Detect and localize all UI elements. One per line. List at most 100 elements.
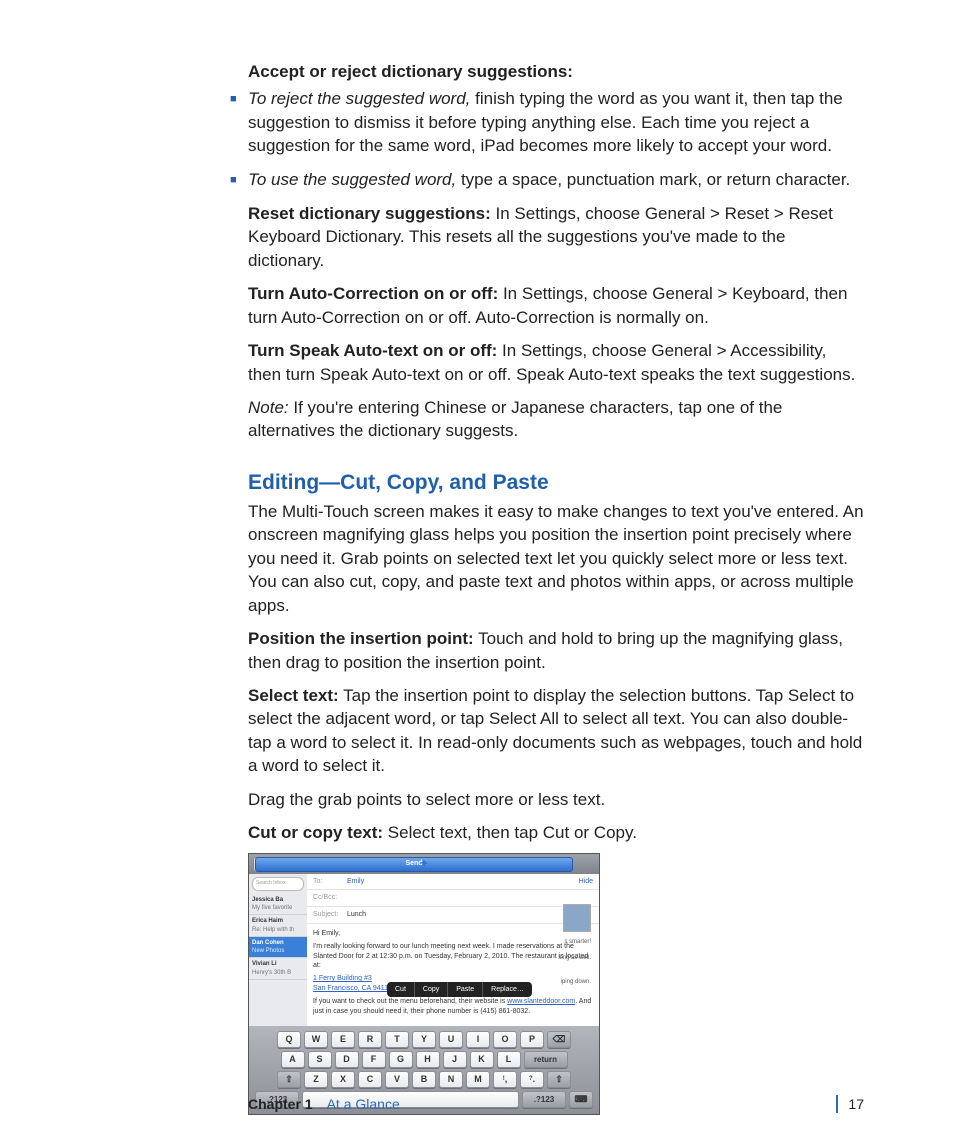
run-bold: Turn Speak Auto-text on or off: xyxy=(248,341,497,360)
keyboard-key[interactable]: O xyxy=(493,1031,517,1048)
copy-button[interactable]: Copy xyxy=(415,982,448,997)
keyboard-key[interactable]: return xyxy=(524,1051,568,1068)
keyboard-key[interactable]: M xyxy=(466,1071,490,1088)
chapter-label: Chapter 1 xyxy=(248,1096,313,1112)
note-label: Note: xyxy=(248,398,289,417)
bullet-rest: type a space, punctuation mark, or retur… xyxy=(456,170,850,189)
greeting: Hi Emily, xyxy=(313,929,593,938)
keyboard-key[interactable]: D xyxy=(335,1051,359,1068)
keyboard-key[interactable]: E xyxy=(331,1031,355,1048)
bullet-lead: To reject the suggested word, xyxy=(248,89,470,108)
to-value: Emily xyxy=(347,877,364,887)
keyboard-key[interactable]: V xyxy=(385,1071,409,1088)
para-edit-intro: The Multi-Touch screen makes it easy to … xyxy=(248,500,864,617)
avatar xyxy=(563,904,591,932)
peek-text: king as well. xyxy=(558,954,591,962)
subject-label: Subject: xyxy=(313,910,347,920)
keyboard-key[interactable]: A xyxy=(281,1051,305,1068)
page-footer: Chapter 1 At a Glance 17 xyxy=(248,1095,864,1113)
body-content: Accept or reject dictionary suggestions:… xyxy=(248,60,864,1115)
to-label: To: xyxy=(313,877,347,887)
peek-text: iping down. xyxy=(561,978,591,986)
add-recipient-icon[interactable]: + xyxy=(255,857,593,870)
cut-button[interactable]: Cut xyxy=(387,982,415,997)
address-line2[interactable]: San Francisco, CA 94111 xyxy=(313,985,391,992)
keyboard-key[interactable]: L xyxy=(497,1051,521,1068)
compose-pane: To: Emily Hide Cc/Bcc: Subject: Lunch Hi… xyxy=(307,874,599,1026)
edit-menu: Cut Copy Paste Replace… xyxy=(387,982,532,997)
subject-row[interactable]: Subject: Lunch xyxy=(307,907,599,924)
document-page: Accept or reject dictionary suggestions:… xyxy=(0,0,954,1145)
list-item[interactable]: Jessica BaMy five favorite xyxy=(249,894,307,916)
keyboard-key[interactable]: X xyxy=(331,1071,355,1088)
list-item[interactable]: Vivian LiHenry's 30th B xyxy=(249,958,307,980)
run-bold: Select text: xyxy=(248,686,339,705)
keyboard-key[interactable]: P xyxy=(520,1031,544,1048)
compose-body[interactable]: Hi Emily, I'm really looking forward to … xyxy=(307,924,599,1022)
replace-button[interactable]: Replace… xyxy=(483,982,532,997)
keyboard-key[interactable]: N xyxy=(439,1071,463,1088)
list-item[interactable]: Erica HaimRe: Help with th xyxy=(249,915,307,937)
footer-divider xyxy=(836,1095,838,1113)
ccbcc-label: Cc/Bcc: xyxy=(313,893,347,903)
run-bold: Turn Auto-Correction on or off: xyxy=(248,284,498,303)
list-item[interactable]: Dan CohenNew Photos xyxy=(249,937,307,959)
website-link[interactable]: www.slanteddoor.com xyxy=(507,998,575,1005)
keyboard-key[interactable]: W xyxy=(304,1031,328,1048)
keyboard-key[interactable]: G xyxy=(389,1051,413,1068)
search-input[interactable]: Search Inbox xyxy=(252,877,304,891)
bullet-text: To reject the suggested word, finish typ… xyxy=(248,87,864,157)
mail-sidebar: Search Inbox Jessica BaMy five favoriteE… xyxy=(249,874,308,1026)
keyboard-key[interactable]: I xyxy=(466,1031,490,1048)
address-line1[interactable]: 1 Ferry Building #3 xyxy=(313,975,372,982)
compose-toolbar: Mailboxes Cancel Lunch Send + xyxy=(249,854,599,874)
keyboard-key[interactable]: B xyxy=(412,1071,436,1088)
bullet-icon: ■ xyxy=(230,168,248,192)
ipad-screenshot: Mailboxes Cancel Lunch Send + Search Inb… xyxy=(248,853,600,1115)
para-note: Note: If you're entering Chinese or Japa… xyxy=(248,396,864,443)
keyboard-key[interactable]: Z xyxy=(304,1071,328,1088)
hide-button[interactable]: Hide xyxy=(579,877,593,887)
keyboard-key[interactable]: J xyxy=(443,1051,467,1068)
bullet-icon: ■ xyxy=(230,87,248,111)
keyboard-key[interactable]: Y xyxy=(412,1031,436,1048)
para-drag-grab: Drag the grab points to select more or l… xyxy=(248,788,864,811)
run-text: Select text, then tap Cut or Copy. xyxy=(383,823,637,842)
page-number: 17 xyxy=(848,1096,864,1112)
keyboard-key[interactable]: ⇧ xyxy=(277,1071,301,1088)
peek-text: s smarter! xyxy=(564,938,591,946)
keyboard-key[interactable]: ?. xyxy=(520,1071,544,1088)
subject-value: Lunch xyxy=(347,910,366,920)
run-text: If you're entering Chinese or Japanese c… xyxy=(248,398,782,440)
keyboard-key[interactable]: !, xyxy=(493,1071,517,1088)
keyboard-key[interactable]: T xyxy=(385,1031,409,1048)
keyboard-key[interactable]: ⌫ xyxy=(547,1031,571,1048)
to-row[interactable]: To: Emily Hide xyxy=(307,874,599,891)
ccbcc-row[interactable]: Cc/Bcc: xyxy=(307,890,599,907)
run-bold: Cut or copy text: xyxy=(248,823,383,842)
para-speak: Turn Speak Auto-text on or off: In Setti… xyxy=(248,339,864,386)
heading-accept-reject: Accept or reject dictionary suggestions: xyxy=(248,60,864,83)
section-title-editing: Editing—Cut, Copy, and Paste xyxy=(248,469,864,498)
keyboard-key[interactable]: R xyxy=(358,1031,382,1048)
run-bold: Position the insertion point: xyxy=(248,629,474,648)
keyboard-key[interactable]: S xyxy=(308,1051,332,1068)
run-bold: Reset dictionary suggestions: xyxy=(248,204,491,223)
paste-button[interactable]: Paste xyxy=(448,982,483,997)
keyboard-key[interactable]: C xyxy=(358,1071,382,1088)
para-select: Select text: Tap the insertion point to … xyxy=(248,684,864,778)
chapter-title: At a Glance xyxy=(327,1096,400,1112)
bullet-lead: To use the suggested word, xyxy=(248,170,456,189)
keyboard-key[interactable]: H xyxy=(416,1051,440,1068)
bullet-text: To use the suggested word, type a space,… xyxy=(248,168,850,191)
bullet-use: ■ To use the suggested word, type a spac… xyxy=(248,168,864,192)
keyboard-key[interactable]: ⇧ xyxy=(547,1071,571,1088)
keyboard-key[interactable]: K xyxy=(470,1051,494,1068)
para-position: Position the insertion point: Touch and … xyxy=(248,627,864,674)
para-cutcopy: Cut or copy text: Select text, then tap … xyxy=(248,821,864,844)
keyboard-key[interactable]: U xyxy=(439,1031,463,1048)
bullet-reject: ■ To reject the suggested word, finish t… xyxy=(248,87,864,157)
keyboard-key[interactable]: Q xyxy=(277,1031,301,1048)
keyboard-key[interactable]: F xyxy=(362,1051,386,1068)
body-line2: If you want to check out the menu before… xyxy=(313,997,593,1016)
